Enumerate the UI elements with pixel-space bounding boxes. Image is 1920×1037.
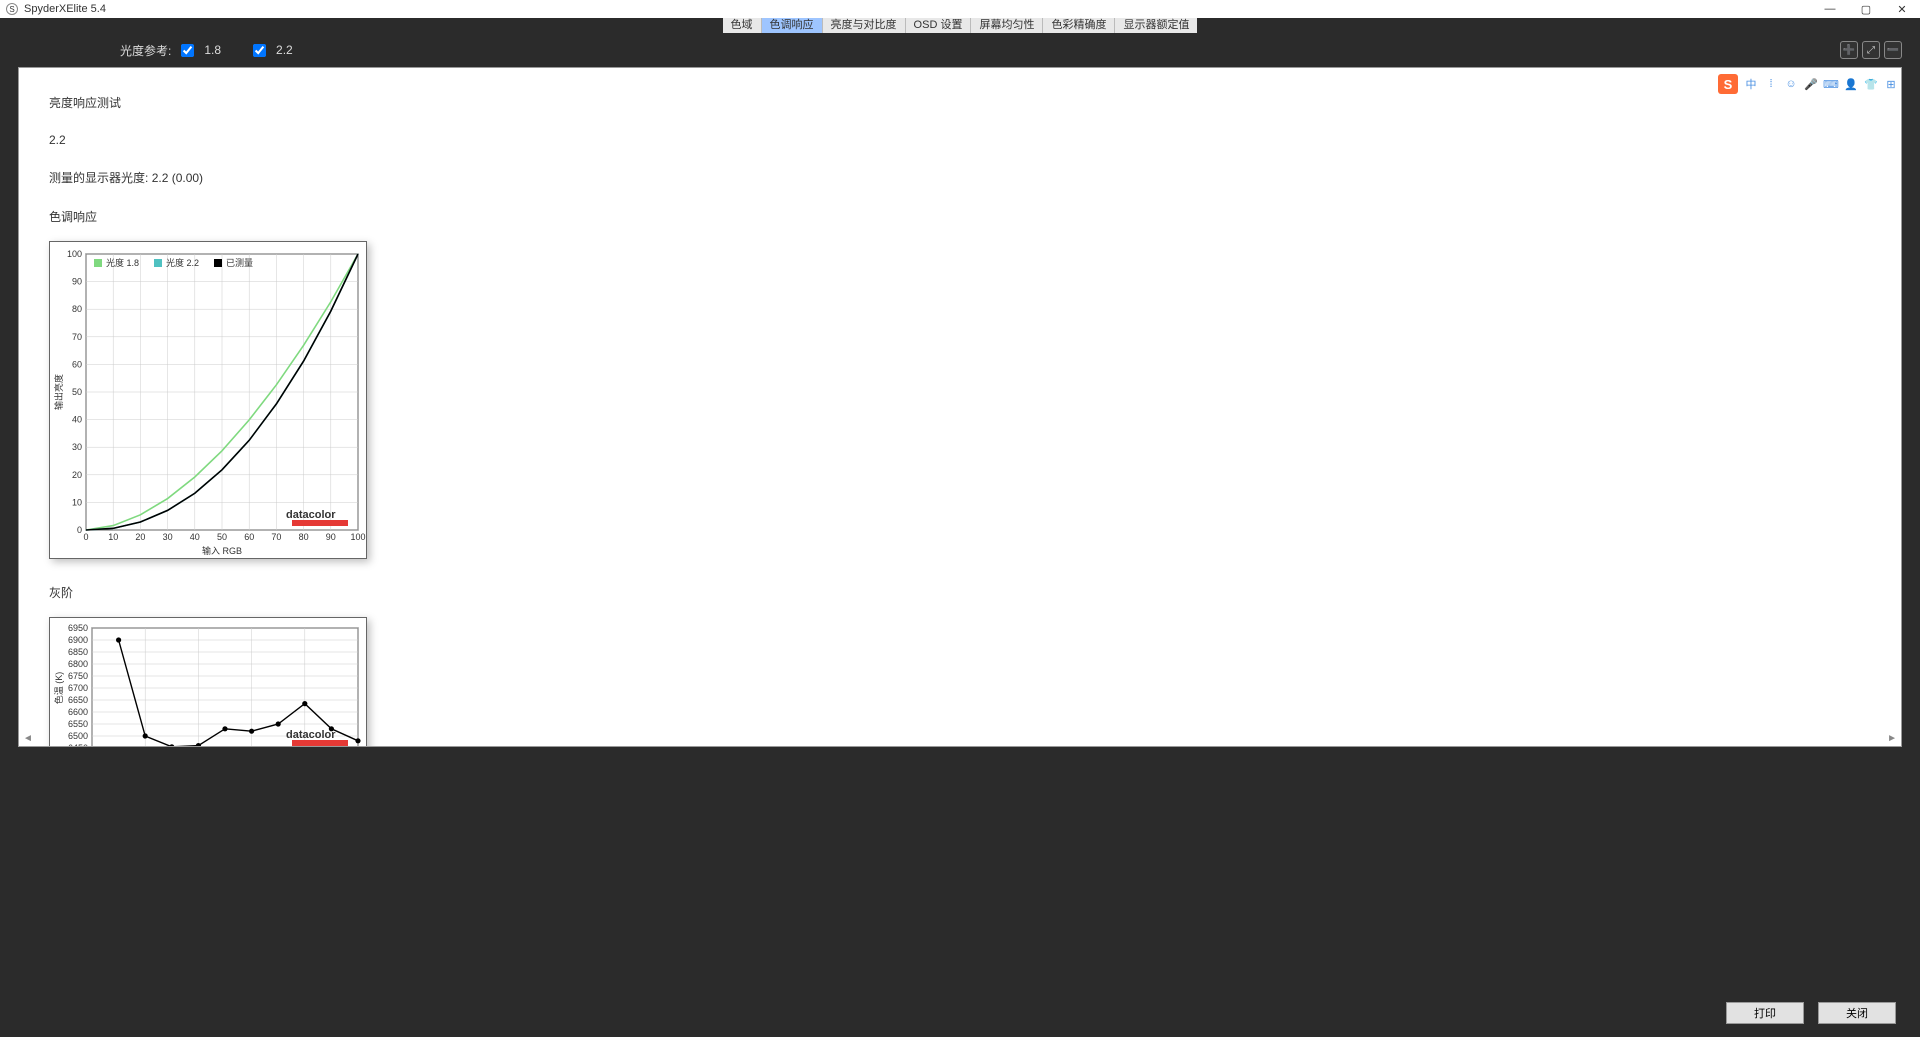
svg-text:6550: 6550 — [68, 719, 88, 729]
scroll-left-icon[interactable]: ◄ — [23, 733, 33, 744]
svg-text:色温 (K): 色温 (K) — [53, 672, 64, 705]
svg-text:6650: 6650 — [68, 695, 88, 705]
svg-text:90: 90 — [72, 277, 82, 287]
chart-tone-response: 0 10 20 30 40 50 60 70 80 90 100 0 10 20 30 40 50 60 70 80 9… — [49, 241, 367, 559]
toolbar: 光度参考: 1.8 2.2 ➕ ⤢ ➖ — [0, 33, 1920, 67]
gamma-2-2-label: 2.2 — [276, 43, 293, 57]
maximize-button[interactable]: ▢ — [1848, 0, 1884, 18]
gamma-2-2-checkbox[interactable] — [253, 44, 266, 57]
svg-text:70: 70 — [72, 332, 82, 342]
svg-text:6950: 6950 — [68, 623, 88, 633]
measured-value: 2.2 (0.00) — [152, 171, 203, 185]
svg-text:6900: 6900 — [68, 635, 88, 645]
svg-text:输出亮度: 输出亮度 — [53, 374, 64, 410]
svg-text:30: 30 — [72, 442, 82, 452]
svg-text:6800: 6800 — [68, 659, 88, 669]
ime-item-5[interactable]: 👤 — [1842, 75, 1860, 93]
svg-text:70: 70 — [271, 532, 281, 542]
measured-label: 测量的显示器光度: — [49, 171, 148, 185]
print-button[interactable]: 打印 — [1726, 1002, 1804, 1024]
svg-text:光度 1.8: 光度 1.8 — [106, 257, 139, 268]
svg-text:6500: 6500 — [68, 731, 88, 741]
chart1-title: 色调响应 — [49, 208, 1871, 225]
ime-item-4[interactable]: ⌨ — [1822, 75, 1840, 93]
svg-text:60: 60 — [244, 532, 254, 542]
sogou-icon[interactable]: S — [1718, 74, 1738, 94]
svg-text:50: 50 — [72, 387, 82, 397]
svg-text:20: 20 — [72, 470, 82, 480]
svg-text:40: 40 — [190, 532, 200, 542]
svg-text:6850: 6850 — [68, 647, 88, 657]
svg-text:30: 30 — [163, 532, 173, 542]
ime-item-0[interactable]: 中 — [1742, 75, 1760, 93]
svg-text:0: 0 — [83, 532, 88, 542]
svg-text:输入 RGB: 输入 RGB — [202, 545, 242, 556]
ime-toolbar: S 中⁞☺🎤⌨👤👕⊞ — [1716, 72, 1902, 96]
tab-6[interactable]: 显示器额定值 — [1115, 18, 1197, 33]
ime-item-6[interactable]: 👕 — [1862, 75, 1880, 93]
footer-bar: 打印 关闭 — [0, 989, 1920, 1037]
zoom-in-icon[interactable]: ➕ — [1840, 41, 1858, 59]
app-icon: S — [6, 3, 18, 15]
ime-item-7[interactable]: ⊞ — [1882, 75, 1900, 93]
tab-bar: 色域色调响应亮度与对比度OSD 设置屏幕均匀性色彩精确度显示器额定值 — [0, 18, 1920, 33]
svg-text:40: 40 — [72, 415, 82, 425]
content-area: 亮度响应测试 2.2 测量的显示器光度: 2.2 (0.00) 色调响应 0 10… — [18, 67, 1902, 747]
svg-text:90: 90 — [326, 532, 336, 542]
svg-text:80: 80 — [299, 532, 309, 542]
page-heading: 亮度响应测试 — [49, 94, 1871, 111]
svg-text:80: 80 — [72, 304, 82, 314]
chart2-title: 灰阶 — [49, 584, 1871, 601]
close-window-button[interactable]: ✕ — [1884, 0, 1920, 18]
svg-text:10: 10 — [72, 497, 82, 507]
tab-3[interactable]: OSD 设置 — [906, 18, 972, 33]
svg-text:100: 100 — [67, 249, 82, 259]
tab-2[interactable]: 亮度与对比度 — [823, 18, 906, 33]
ime-item-2[interactable]: ☺ — [1782, 75, 1800, 93]
gamma-value: 2.2 — [49, 133, 1871, 147]
tab-1[interactable]: 色调响应 — [762, 18, 823, 33]
close-button[interactable]: 关闭 — [1818, 1002, 1896, 1024]
window-title: SpyderXElite 5.4 — [24, 3, 106, 15]
svg-text:6450: 6450 — [68, 743, 88, 747]
svg-text:0: 0 — [77, 525, 82, 535]
scroll-right-icon[interactable]: ► — [1887, 733, 1897, 744]
gamma-1-8-label: 1.8 — [204, 43, 221, 57]
titlebar: S SpyderXElite 5.4 — ▢ ✕ — [0, 0, 1920, 18]
minimize-button[interactable]: — — [1812, 0, 1848, 18]
ime-item-1[interactable]: ⁞ — [1762, 75, 1780, 93]
svg-text:光度 2.2: 光度 2.2 — [166, 257, 199, 268]
svg-text:50: 50 — [217, 532, 227, 542]
zoom-out-icon[interactable]: ➖ — [1884, 41, 1902, 59]
svg-text:60: 60 — [72, 359, 82, 369]
svg-text:6750: 6750 — [68, 671, 88, 681]
gamma-ref-label: 光度参考: — [120, 42, 171, 59]
svg-text:100: 100 — [350, 532, 365, 542]
ime-item-3[interactable]: 🎤 — [1802, 75, 1820, 93]
svg-text:20: 20 — [135, 532, 145, 542]
svg-text:6700: 6700 — [68, 683, 88, 693]
svg-text:已测量: 已测量 — [226, 258, 253, 268]
chart-grayscale: 0204060801006450650065506600665067006750… — [49, 617, 367, 747]
tab-4[interactable]: 屏幕均匀性 — [971, 18, 1043, 33]
svg-text:10: 10 — [108, 532, 118, 542]
tab-0[interactable]: 色域 — [723, 18, 762, 33]
svg-text:datacolor: datacolor — [286, 509, 336, 521]
svg-text:datacolor: datacolor — [286, 729, 336, 741]
zoom-fit-icon[interactable]: ⤢ — [1862, 41, 1880, 59]
gamma-1-8-checkbox[interactable] — [181, 44, 194, 57]
tab-5[interactable]: 色彩精确度 — [1043, 18, 1115, 33]
svg-text:6600: 6600 — [68, 707, 88, 717]
